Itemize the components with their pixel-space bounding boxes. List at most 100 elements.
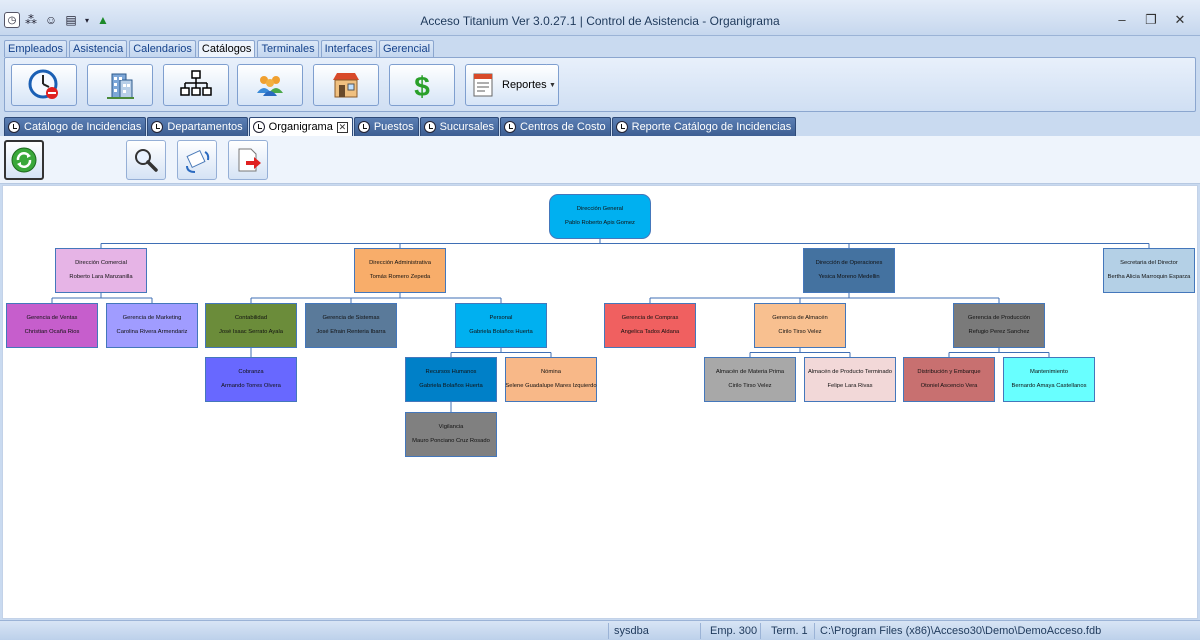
refresh-button[interactable]: [4, 140, 44, 180]
org-node-do[interactable]: Dirección de Operaciones Yesica Moreno Me…: [803, 248, 895, 293]
qat-dropdown-icon[interactable]: ▾: [82, 11, 92, 29]
org-node-no[interactable]: Nómina Selene Guadalupe Mares Izquierdo: [505, 357, 597, 402]
status-separator: [814, 623, 815, 639]
ribbon-tab-terminales[interactable]: Terminales: [257, 40, 319, 57]
org-node-person: Cirilo Tirso Velez: [728, 383, 772, 389]
close-tab-icon[interactable]: ✕: [336, 121, 348, 133]
org-node-person: Bernardo Amaya Castellanos: [1011, 383, 1087, 389]
reportes-dropdown-button[interactable]: ▼: [547, 64, 559, 106]
puestos-button[interactable]: [237, 64, 303, 106]
tab-organigrama[interactable]: Organigrama ✕: [248, 117, 353, 136]
org-node-dg[interactable]: Dirección General Pablo Roberto Apis Gome…: [549, 194, 651, 239]
org-node-title: Dirección General: [576, 206, 624, 213]
minimize-button[interactable]: –: [1112, 12, 1132, 27]
org-node-da[interactable]: Dirección Administrativa Tomás Romero Zep…: [354, 248, 446, 293]
org-node-person: Mauro Ponciano Cruz Rosado: [412, 438, 490, 444]
org-node-title: Contabilidad: [234, 315, 268, 322]
clock-icon: [615, 121, 628, 133]
org-node-gm[interactable]: Gerencia de Marketing Carolina Rivera Arm…: [106, 303, 198, 348]
org-node-person: Yesica Moreno Medellin: [818, 274, 880, 280]
tab-reporte-catalogo-incidencias[interactable]: Reporte Catálogo de Incidencias: [611, 117, 797, 136]
org-node-person: Selene Guadalupe Mares Izquierdo: [505, 383, 597, 389]
print-icon[interactable]: ▤: [62, 11, 80, 29]
org-node-pe[interactable]: Personal Gabriela Bolaños Huerta: [455, 303, 547, 348]
ribbon-tab-gerencial[interactable]: Gerencial: [378, 40, 435, 57]
org-node-co[interactable]: Contabilidad José Isaac Serrato Ayala: [205, 303, 297, 348]
org-node-gv[interactable]: Gerencia de Ventas Christian Ocaña Rios: [6, 303, 98, 348]
reportes-button[interactable]: Reportes: [465, 64, 549, 106]
org-node-dc[interactable]: Dirección Comercial Roberto Lara Manzanil…: [55, 248, 147, 293]
collapse-ribbon-icon[interactable]: ▲: [94, 11, 112, 29]
org-node-rh[interactable]: Recursos Humanos Gabriela Bolaños Huerta: [405, 357, 497, 402]
network-icon[interactable]: ⁂: [22, 11, 40, 29]
quick-access-toolbar: ◷ ⁂ ☺ ▤ ▾ ▲: [4, 10, 112, 30]
org-node-person: Otoniel Ascencio Vera: [920, 383, 978, 389]
ribbon-tab-calendarios[interactable]: Calendarios: [129, 40, 196, 57]
clock-icon: [8, 121, 20, 133]
org-node-person: Carolina Rivera Armendariz: [116, 329, 188, 335]
svg-text:$: $: [414, 71, 430, 102]
incidencias-button[interactable]: [11, 64, 77, 106]
ribbon-tab-asistencia[interactable]: Asistencia: [69, 40, 128, 57]
status-terminal: Term. 1: [771, 625, 808, 637]
building-icon: [107, 73, 134, 99]
reportes-label: Reportes: [502, 79, 547, 91]
org-node-person: José Efrain Renteria Ibarra: [316, 329, 386, 335]
clock-icon: [504, 121, 517, 133]
org-node-person: Gabriela Bolaños Huerta: [469, 329, 533, 335]
status-database-path: C:\Program Files (x86)\Acceso30\Demo\Dem…: [820, 625, 1102, 637]
app-menu-icon[interactable]: ◷: [4, 12, 20, 28]
reports-icon: [473, 73, 493, 97]
search-button[interactable]: [126, 140, 166, 180]
refresh-icon: [11, 147, 37, 173]
org-node-cb[interactable]: Cobranza Armando Torres Olvera: [205, 357, 297, 402]
rotate-button[interactable]: [177, 140, 217, 180]
org-node-apt[interactable]: Almacén de Producto Terminado Felipe Lara…: [804, 357, 896, 402]
tab-puestos[interactable]: Puestos: [353, 117, 419, 136]
user-icon[interactable]: ☺: [42, 11, 60, 29]
org-node-title: Personal: [489, 315, 513, 322]
restore-button[interactable]: ❐: [1141, 12, 1161, 28]
org-node-person: José Isaac Serrato Ayala: [218, 329, 284, 335]
org-node-gp[interactable]: Gerencia de Producción Refugio Perez Sanc…: [953, 303, 1045, 348]
org-node-gs[interactable]: Gerencia de Sistemas José Efrain Renteria…: [305, 303, 397, 348]
org-node-title: Dirección Administrativa: [369, 260, 431, 267]
tab-departamentos[interactable]: Departamentos: [147, 117, 248, 136]
org-node-vi[interactable]: Vigilancia Mauro Ponciano Cruz Rosado: [405, 412, 497, 457]
status-bar: sysdba Emp. 300 Term. 1 C:\Program Files…: [0, 620, 1200, 640]
org-node-gal[interactable]: Gerencia de Almacén Cirilo Tirso Velez: [754, 303, 846, 348]
tab-centros-costo[interactable]: Centros de Costo: [500, 117, 611, 136]
tab-catalogo-incidencias[interactable]: Catálogo de Incidencias: [4, 117, 147, 136]
tab-label: Catálogo de Incidencias: [24, 121, 142, 133]
org-chart-icon: [180, 70, 212, 96]
org-node-person: Roberto Lara Manzanilla: [69, 274, 133, 280]
sucursales-button[interactable]: [313, 64, 379, 106]
centros-costo-button[interactable]: $: [389, 64, 455, 106]
incidencias-clock-icon: [28, 69, 58, 99]
org-node-de[interactable]: Distribución y Embarque Otoniel Ascencio …: [903, 357, 995, 402]
org-node-title: Gerencia de Ventas: [26, 315, 78, 322]
org-node-title: Gerencia de Almacén: [772, 315, 828, 322]
ribbon-tab-interfaces[interactable]: Interfaces: [320, 40, 377, 57]
org-node-mt[interactable]: Mantenimiento Bernardo Amaya Castellanos: [1003, 357, 1095, 402]
org-node-sd[interactable]: Secretaria del Director Bertha Alicia Mar…: [1103, 248, 1195, 293]
org-node-person: Pablo Roberto Apis Gomez: [565, 220, 635, 226]
org-node-person: Refugio Perez Sanchez: [968, 329, 1030, 335]
ribbon-tab-empleados[interactable]: Empleados: [4, 40, 68, 57]
clock-icon: [357, 121, 370, 133]
tab-sucursales[interactable]: Sucursales: [419, 117, 500, 136]
org-node-title: Vigilancia: [438, 424, 464, 431]
tab-label: Reporte Catálogo de Incidencias: [631, 121, 792, 133]
org-node-gc[interactable]: Gerencia de Compras Angelica Tados Aldana: [604, 303, 696, 348]
org-node-amp[interactable]: Almacén de Materia Prima Cirilo Tirso Vel…: [704, 357, 796, 402]
tab-label: Puestos: [373, 121, 414, 133]
org-node-person: Angelica Tados Aldana: [620, 329, 680, 335]
organigrama-button[interactable]: [163, 64, 229, 106]
org-node-title: Almacén de Producto Terminado: [808, 369, 892, 376]
departamentos-button[interactable]: [87, 64, 153, 106]
export-button[interactable]: [228, 140, 268, 180]
clock-icon: [252, 121, 265, 133]
org-node-title: Distribución y Embarque: [917, 369, 981, 376]
close-button[interactable]: ✕: [1170, 12, 1190, 28]
org-node-person: Tomás Romero Zepeda: [369, 274, 431, 280]
